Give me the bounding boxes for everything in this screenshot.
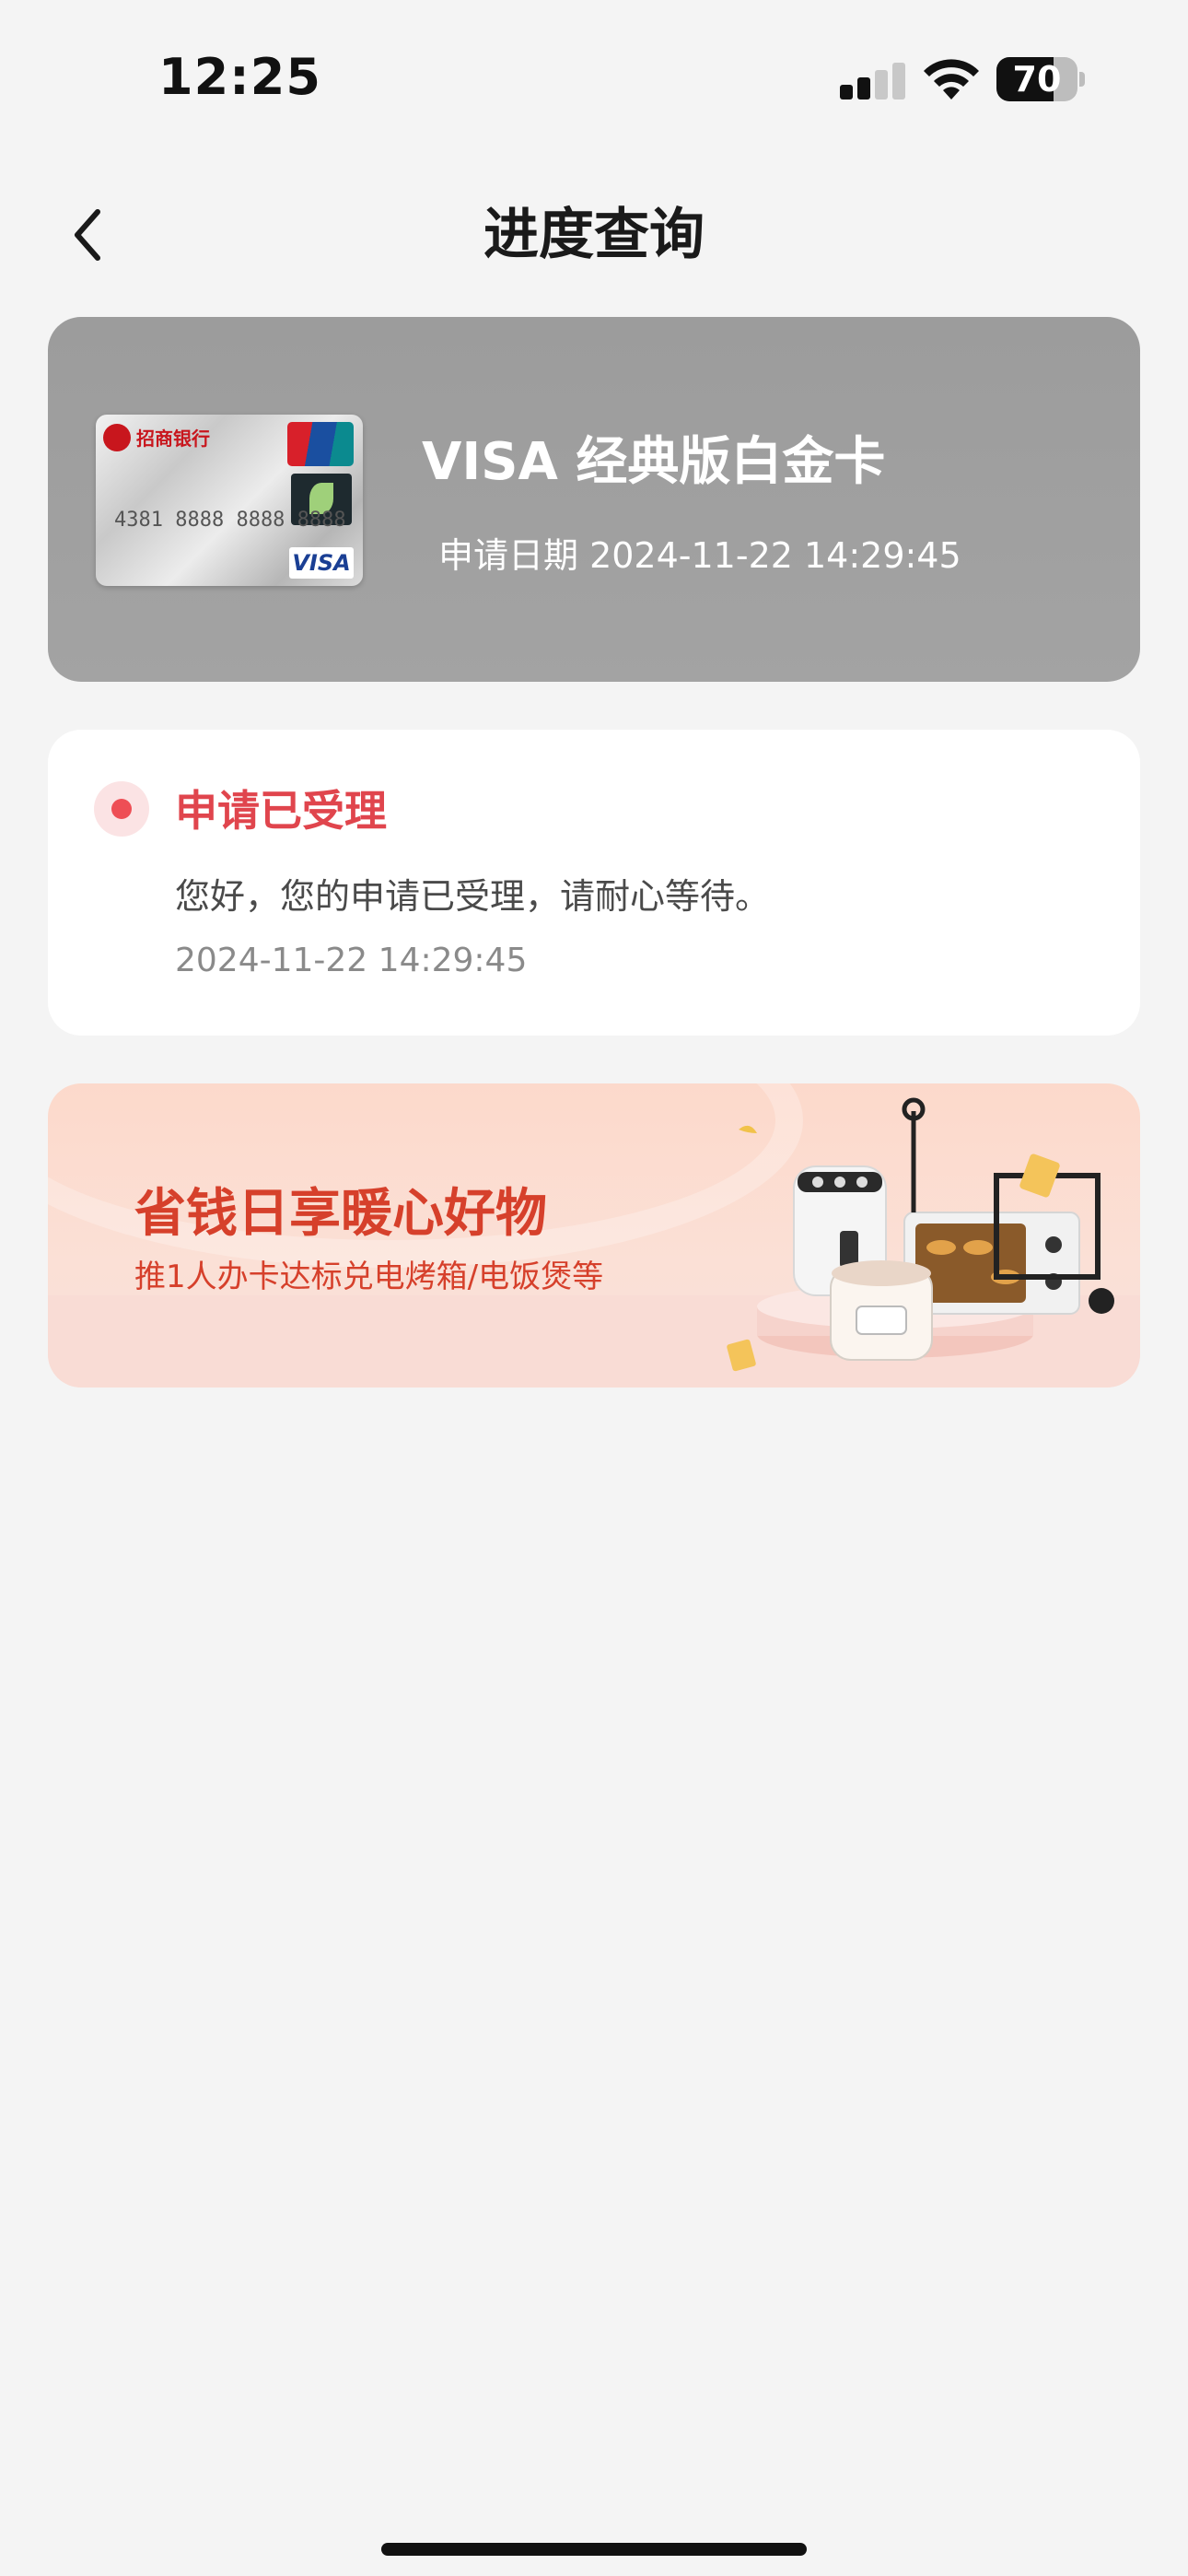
application-status-card: 申请已受理 您好，您的申请已受理，请耐心等待。 2024-11-22 14:29…: [48, 730, 1140, 1036]
card-product-name: VISA 经典版白金卡: [422, 432, 886, 492]
status-bar: 12:25 70: [0, 0, 1188, 157]
status-timestamp: 2024-11-22 14:29:45: [175, 942, 528, 979]
apply-date: 申请日期 2024-11-22 14:29:45: [438, 535, 961, 576]
status-dot-icon: [94, 781, 149, 837]
bank-logo-icon: [103, 424, 131, 451]
cellular-signal-icon: [840, 61, 906, 100]
status-title: 申请已受理: [175, 786, 387, 836]
credit-card-image: 招商银行 4381 8888 8888 8888 VISA: [96, 415, 363, 586]
card-bank-name: 招商银行: [136, 427, 210, 450]
battery-level-text: 70: [1012, 59, 1062, 100]
home-indicator: [381, 2543, 807, 2556]
promo-title: 省钱日享暖心好物: [134, 1183, 547, 1244]
appliances-illustration: [727, 1097, 1114, 1372]
battery-icon: 70: [996, 57, 1085, 101]
back-button[interactable]: [52, 193, 134, 276]
promo-subtitle: 推1人办卡达标兑电烤箱/电饭煲等: [134, 1259, 604, 1295]
progress-query-page: 12:25 70 进度查询 招商银行 4381 8888 8888 8888 V…: [0, 0, 1188, 2576]
card-number: 4381 8888 8888 8888: [114, 509, 346, 532]
card-info-panel: 招商银行 4381 8888 8888 8888 VISA VISA 经典版白金…: [48, 317, 1140, 682]
promo-banner[interactable]: 省钱日享暖心好物 推1人办卡达标兑电烤箱/电饭煲等: [48, 1083, 1140, 1388]
wifi-icon: [924, 59, 979, 100]
status-time: 12:25: [158, 48, 321, 106]
unionpay-logo-icon: [287, 422, 354, 466]
page-title: 进度查询: [483, 203, 705, 267]
navigation-bar: 进度查询: [0, 175, 1188, 295]
status-message: 您好，您的申请已受理，请耐心等待。: [175, 876, 771, 917]
visa-logo: VISA: [289, 547, 354, 579]
